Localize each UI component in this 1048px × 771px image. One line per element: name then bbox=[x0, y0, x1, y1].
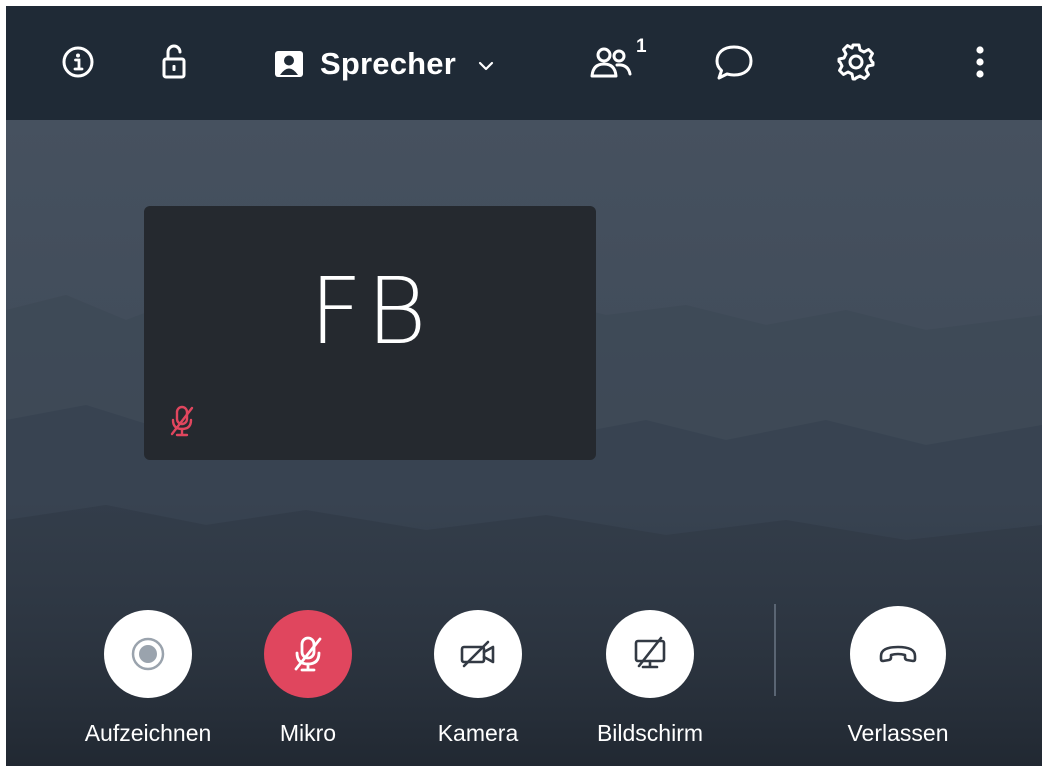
mic-label: Mikro bbox=[279, 720, 337, 746]
participants-button[interactable] bbox=[584, 34, 640, 90]
screen-share-button[interactable] bbox=[606, 610, 694, 698]
info-button[interactable] bbox=[50, 34, 106, 90]
chevron-down-icon bbox=[478, 61, 494, 71]
screen-share-control: Bildschirm bbox=[560, 610, 740, 747]
controls-divider bbox=[774, 604, 776, 696]
screen-share-off-icon bbox=[634, 636, 666, 669]
chat-icon bbox=[715, 45, 753, 80]
record-button[interactable] bbox=[104, 610, 192, 698]
gear-icon bbox=[837, 43, 875, 81]
info-icon bbox=[62, 46, 94, 78]
more-vertical-icon bbox=[976, 46, 984, 78]
mic-off-icon bbox=[294, 636, 322, 672]
leave-label: Verlassen bbox=[847, 720, 949, 746]
users-icon bbox=[590, 47, 632, 78]
camera-off-icon bbox=[460, 640, 495, 668]
mic-off-icon bbox=[170, 405, 194, 437]
participant-video-tile[interactable]: FB bbox=[144, 206, 596, 460]
conference-window: Sprecher 1 FB Aufzeichnen Mikro Kamera B… bbox=[6, 6, 1042, 766]
presenter-menu[interactable]: Sprecher bbox=[274, 42, 494, 86]
participants-count-badge: 1 bbox=[636, 36, 647, 57]
camera-label: Kamera bbox=[437, 720, 519, 746]
mic-toggle-button[interactable] bbox=[264, 610, 352, 698]
lock-button[interactable] bbox=[146, 34, 202, 90]
leave-control: Verlassen bbox=[808, 606, 988, 747]
camera-control: Kamera bbox=[388, 610, 568, 747]
chat-button[interactable] bbox=[706, 34, 762, 90]
leave-button[interactable] bbox=[850, 606, 946, 702]
screen-share-label: Bildschirm bbox=[596, 720, 704, 746]
participant-initials: FB bbox=[309, 258, 431, 365]
presenter-label: Sprecher bbox=[320, 46, 456, 81]
user-card-icon bbox=[275, 51, 303, 77]
camera-toggle-button[interactable] bbox=[434, 610, 522, 698]
settings-button[interactable] bbox=[828, 34, 884, 90]
hangup-icon bbox=[879, 645, 917, 663]
record-control: Aufzeichnen bbox=[58, 610, 238, 747]
record-label: Aufzeichnen bbox=[84, 720, 212, 746]
unlock-icon bbox=[162, 44, 186, 79]
top-toolbar: Sprecher 1 bbox=[6, 6, 1042, 120]
more-menu-button[interactable] bbox=[952, 34, 1008, 90]
record-icon bbox=[131, 637, 165, 671]
mic-control: Mikro bbox=[218, 610, 398, 747]
